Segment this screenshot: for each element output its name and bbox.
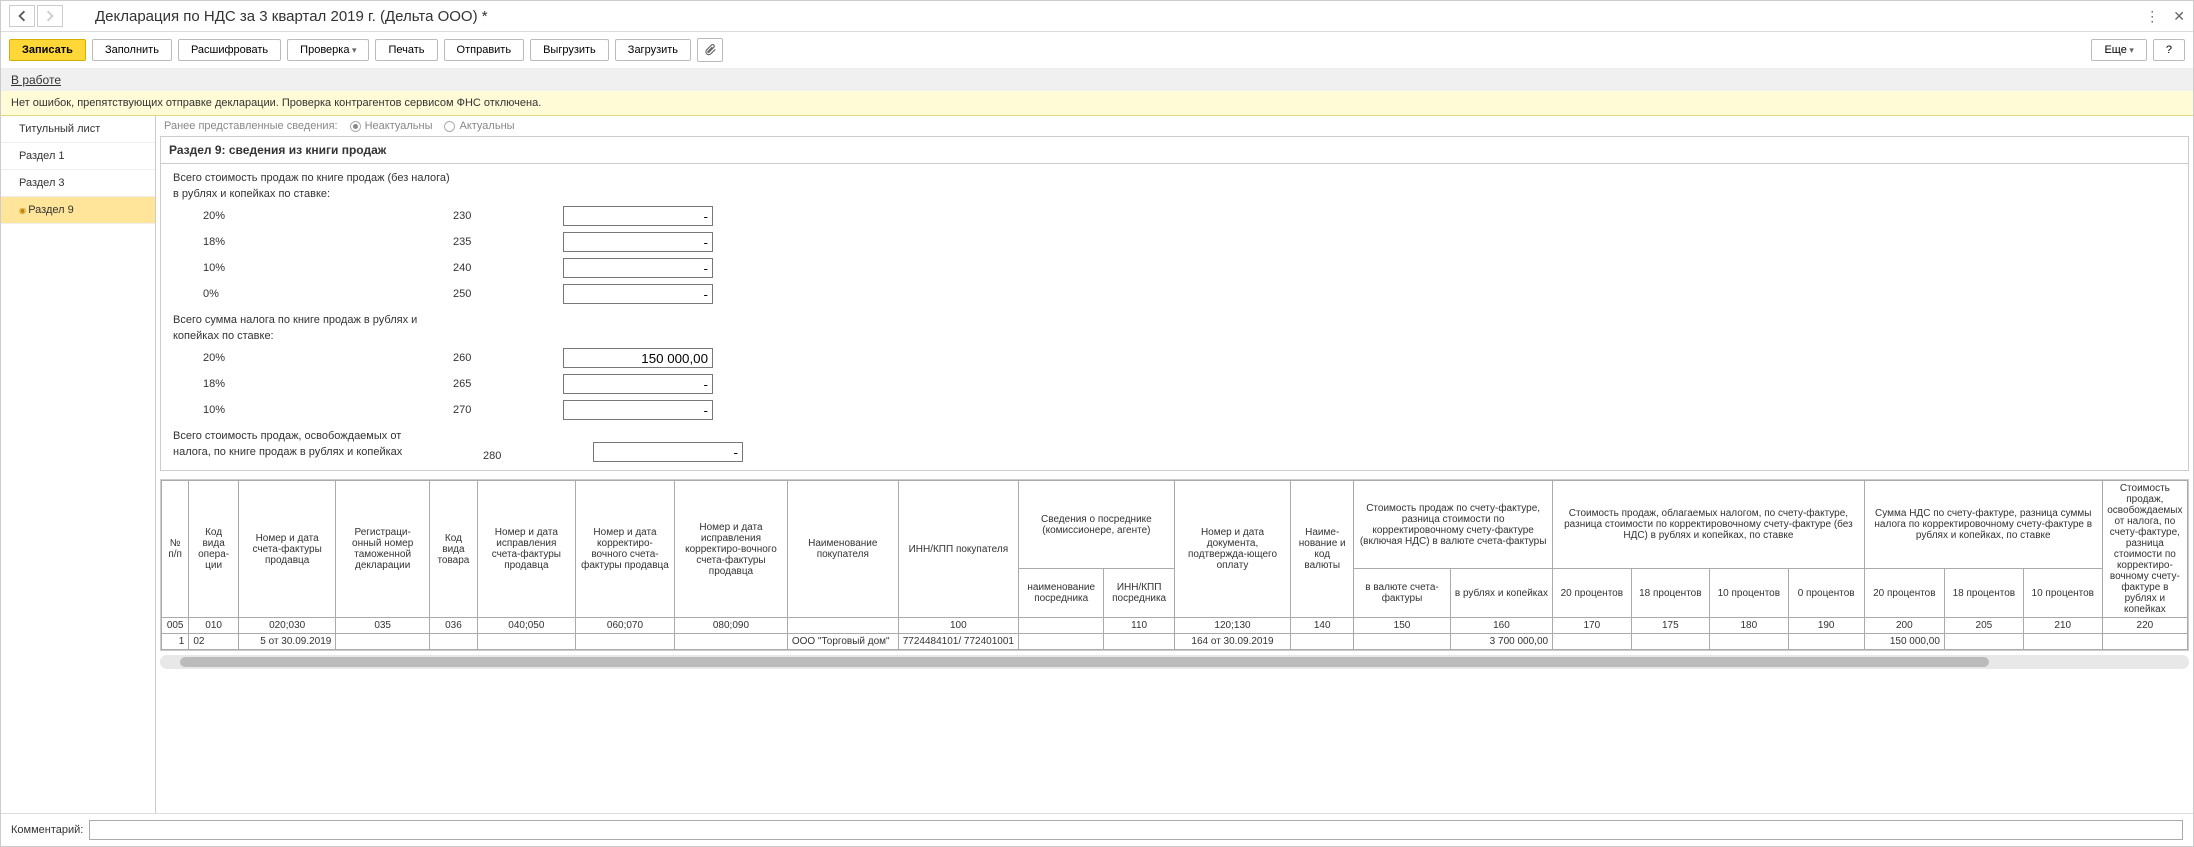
sidebar-item-section9[interactable]: Раздел 9	[1, 197, 155, 224]
tax-total-label-1: Всего сумма налога по книге продаж в руб…	[173, 314, 2176, 326]
app-window: Декларация по НДС за 3 квартал 2019 г. (…	[0, 0, 2194, 847]
prev-info-row: Ранее представленные сведения: Неактуаль…	[156, 116, 2193, 136]
table-row[interactable]: 1 02 5 от 30.09.2019 ООО "Торговый дом" …	[162, 634, 2188, 650]
exempt-input[interactable]	[593, 442, 743, 462]
exempt-label-2: налога, по книге продаж в рублях и копей…	[173, 446, 483, 458]
sales-table-wrap: № п/п Код вида опера-ции Номер и дата сч…	[160, 479, 2189, 651]
sidebar-item-section1[interactable]: Раздел 1	[1, 143, 155, 170]
forward-button[interactable]	[37, 5, 63, 27]
codes-row: 005010020;030035036040;050060;070080;090…	[162, 618, 2188, 634]
close-icon[interactable]: ✕	[2173, 8, 2185, 25]
horizontal-scrollbar[interactable]	[160, 655, 2189, 669]
tax-20-input[interactable]	[563, 348, 713, 368]
back-button[interactable]	[9, 5, 35, 27]
print-button[interactable]: Печать	[375, 39, 437, 61]
sales-10-input[interactable]	[563, 258, 713, 278]
send-button[interactable]: Отправить	[444, 39, 525, 61]
check-button[interactable]: Проверка	[287, 39, 369, 61]
comment-row: Комментарий:	[1, 813, 2193, 846]
decrypt-button[interactable]: Расшифровать	[178, 39, 281, 61]
comment-label: Комментарий:	[11, 824, 83, 836]
save-button[interactable]: Записать	[9, 39, 86, 61]
main-content: Ранее представленные сведения: Неактуаль…	[156, 116, 2193, 813]
sales-total-label-1: Всего стоимость продаж по книге продаж (…	[173, 172, 2176, 184]
tax-10-input[interactable]	[563, 400, 713, 420]
section-title: Раздел 9: сведения из книги продаж	[161, 137, 2188, 164]
tax-total-label-2: копейках по ставке:	[173, 330, 2176, 342]
fill-button[interactable]: Заполнить	[92, 39, 172, 61]
attach-icon[interactable]	[697, 38, 723, 62]
more-button[interactable]: Еще	[2091, 39, 2146, 61]
exempt-label-1: Всего стоимость продаж, освобождаемых от	[173, 430, 483, 442]
sales-0-input[interactable]	[563, 284, 713, 304]
help-button[interactable]: ?	[2153, 39, 2185, 61]
status-bar: В работе	[1, 69, 2193, 91]
sales-total-label-2: в рублях и копейках по ставке:	[173, 188, 2176, 200]
sales-18-input[interactable]	[563, 232, 713, 252]
info-bar: Нет ошибок, препятствующих отправке декл…	[1, 91, 2193, 116]
toolbar: Записать Заполнить Расшифровать Проверка…	[1, 32, 2193, 69]
sidebar-item-title[interactable]: Титульный лист	[1, 116, 155, 143]
status-link[interactable]: В работе	[11, 73, 61, 87]
prev-label: Ранее представленные сведения:	[164, 120, 338, 132]
tax-18-input[interactable]	[563, 374, 713, 394]
upload-button[interactable]: Выгрузить	[530, 39, 609, 61]
menu-icon[interactable]: ⋮	[2145, 8, 2159, 25]
comment-input[interactable]	[89, 820, 2183, 840]
window-title: Декларация по НДС за 3 квартал 2019 г. (…	[95, 8, 488, 25]
titlebar: Декларация по НДС за 3 квартал 2019 г. (…	[1, 1, 2193, 32]
radio-relevant[interactable]: Актуальны	[444, 120, 514, 132]
sales-20-input[interactable]	[563, 206, 713, 226]
sidebar-item-section3[interactable]: Раздел 3	[1, 170, 155, 197]
sidebar: Титульный лист Раздел 1 Раздел 3 Раздел …	[1, 116, 156, 813]
sales-table: № п/п Код вида опера-ции Номер и дата сч…	[161, 480, 2188, 650]
download-button[interactable]: Загрузить	[615, 39, 691, 61]
section-9: Раздел 9: сведения из книги продаж Всего…	[160, 136, 2189, 471]
radio-irrelevant[interactable]: Неактуальны	[350, 120, 433, 132]
